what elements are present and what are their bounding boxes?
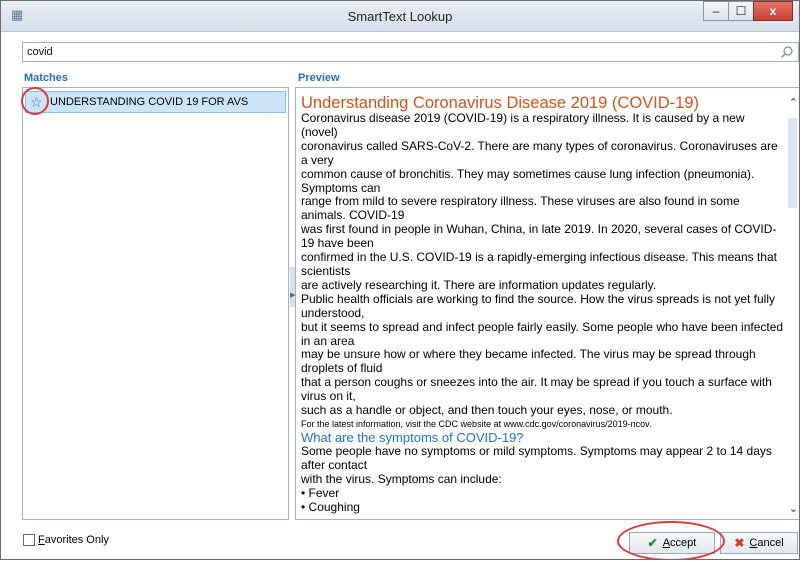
- preview-line: was first found in people in Wuhan, Chin…: [301, 222, 777, 251]
- preview-heading: What are the symptoms of COVID-19?: [301, 429, 524, 445]
- cancel-button[interactable]: ✖ Cancel: [720, 532, 798, 554]
- preview-line: confirmed in the U.S. COVID-19 is a rapi…: [301, 250, 777, 278]
- title-bar[interactable]: ▦ SmartText Lookup – ☐ x: [1, 1, 799, 32]
- scroll-up-icon[interactable]: ⌃: [789, 96, 798, 109]
- window-controls: – ☐ x: [703, 1, 793, 23]
- preview-note: For the latest information, visit the CD…: [301, 418, 652, 429]
- minimize-icon: –: [712, 4, 720, 18]
- matches-label: Matches: [24, 72, 69, 84]
- preview-line: may be unsure how or where they became i…: [301, 347, 756, 376]
- cancel-label-rest: ancel: [757, 537, 784, 549]
- favorites-label-rest: avorites Only: [44, 534, 109, 546]
- search-input[interactable]: [27, 45, 767, 59]
- minimize-button[interactable]: –: [703, 1, 729, 21]
- preview-line: are actively researching it. There are i…: [301, 277, 657, 292]
- annotation-circle: [21, 87, 49, 115]
- close-icon: x: [769, 4, 777, 18]
- favorites-label: Favorites Only: [38, 534, 109, 546]
- preview-line: Public health officials are working to f…: [301, 291, 776, 320]
- close-button[interactable]: x: [753, 1, 793, 21]
- preview-line: range from mild to severe respiratory il…: [301, 194, 740, 223]
- maximize-icon: ☐: [735, 4, 747, 18]
- preview-pane: Understanding Coronavirus Disease 2019 (…: [295, 87, 799, 520]
- preview-line: Coronavirus disease 2019 (COVID-19) is a…: [301, 111, 745, 139]
- preview-line: coronavirus called SARS-CoV-2. There are…: [301, 138, 778, 167]
- scroll-thumb[interactable]: [788, 118, 797, 208]
- preview-content: Understanding Coronavirus Disease 2019 (…: [301, 95, 784, 514]
- checkbox-icon[interactable]: [23, 534, 35, 546]
- preview-title: Understanding Coronavirus Disease 2019 (…: [301, 94, 700, 112]
- scroll-down-icon[interactable]: ⌄: [789, 502, 798, 515]
- cancel-x-icon: ✖: [734, 536, 745, 550]
- maximize-button[interactable]: ☐: [728, 1, 754, 21]
- list-item[interactable]: ☆ UNDERSTANDING COVID 19 FOR AVS: [25, 91, 286, 113]
- search-box: [22, 42, 799, 62]
- preview-line: Some people have no symptoms or mild sym…: [301, 443, 772, 472]
- favorites-mnemonic: F: [38, 534, 45, 546]
- preview-line: common cause of bronchitis. They may som…: [301, 166, 755, 195]
- cancel-label: Cancel: [749, 537, 783, 549]
- window-title: SmartText Lookup: [347, 9, 453, 24]
- preview-line: • Fever: [301, 485, 340, 500]
- preview-line: such as a handle or object, and then tou…: [301, 403, 673, 418]
- annotation-ellipse: [617, 521, 725, 559]
- search-icon[interactable]: [780, 45, 794, 59]
- preview-line: with the virus. Symptoms can include:: [301, 471, 502, 486]
- smarttext-lookup-window: ▦ SmartText Lookup – ☐ x Matches Preview…: [0, 0, 800, 560]
- matches-list[interactable]: ☆ UNDERSTANDING COVID 19 FOR AVS: [22, 87, 289, 520]
- favorites-only-checkbox[interactable]: Favorites Only: [23, 534, 109, 546]
- vertical-scrollbar[interactable]: ⌃ ⌄: [785, 88, 799, 519]
- preview-line: • Coughing: [301, 499, 360, 514]
- preview-line: but it seems to spread and infect people…: [301, 319, 784, 348]
- preview-label: Preview: [298, 72, 340, 84]
- preview-line: that a person coughs or sneezes into the…: [301, 375, 772, 404]
- match-label: UNDERSTANDING COVID 19 FOR AVS: [50, 96, 249, 108]
